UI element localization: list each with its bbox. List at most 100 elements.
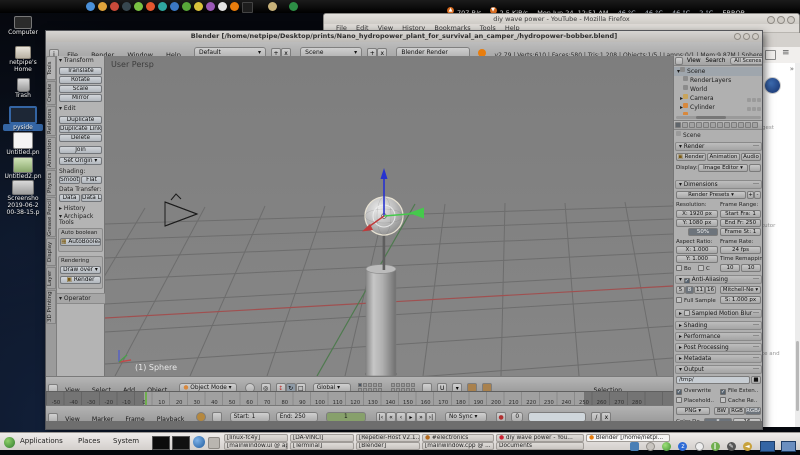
aa-samples-16[interactable]: 16 [705,286,716,294]
hamburger-menu-icon[interactable]: ≡ [782,48,790,58]
outliner-editor-icon[interactable] [675,56,683,65]
outliner-row-camera[interactable]: ▸ Camera [674,94,762,103]
desktop-icon-computer[interactable]: Computer [4,16,42,36]
data-layout-button[interactable]: Data La [81,194,102,202]
translate-button[interactable]: Translate [59,67,102,75]
data-button[interactable]: Data [59,194,80,202]
end-frame-field[interactable]: End Fr: 250 [720,219,761,227]
insert-keyframe-icon[interactable]: / [591,411,602,421]
menu-logo-icon[interactable] [4,437,15,448]
editor-type-icon[interactable] [48,412,58,421]
aa-samples-8[interactable]: 8 [685,286,694,294]
animation-button[interactable]: Animation [707,153,740,161]
color-mode-rgba[interactable]: RGBA [745,407,761,415]
render-presets-select[interactable]: Render Presets ▾ [676,191,746,199]
resolution-percentage-slider[interactable]: 50% [688,228,718,236]
task-button[interactable]: [mainwindow.ui @ ap... [224,442,288,450]
aa-samples-11[interactable]: 11 [694,286,705,294]
desktop-icon-home[interactable]: netpipe's Home [4,46,42,73]
tab-relations[interactable]: Relations [46,106,56,136]
next-keyframe-icon[interactable]: » [415,411,426,421]
texture-tab-icon[interactable] [738,122,744,128]
opengl-render-icon[interactable] [467,382,478,391]
outliner-scrollbar[interactable] [676,116,761,119]
crop-checkbox[interactable]: C [698,265,710,272]
tab-display[interactable]: Display [46,238,56,266]
mode-select[interactable]: ● Object Mode ▾ [179,382,238,391]
launcher-firefox-icon[interactable] [193,436,205,448]
firefox-titlebar[interactable]: diy wave power - YouTube - Mozilla Firef… [324,14,799,24]
start-frame-field[interactable]: Start: 1 [229,411,270,421]
particles-tab-icon[interactable] [745,122,751,128]
outliner-row-partial[interactable]: ▸ [674,112,762,115]
manipulator-rotate-icon[interactable]: ↻ [285,382,296,391]
physics-tab-icon[interactable] [752,122,758,128]
snap-magnet-icon[interactable]: U [437,382,448,391]
rotate-button[interactable]: Rotate [59,76,102,84]
cylinder-object[interactable] [365,268,397,376]
current-frame-field[interactable]: 1 [325,411,366,421]
clock-icon[interactable] [196,411,207,421]
panel-header-dimensions[interactable]: ▾ Dimensions [675,180,762,189]
render-layers-tab-icon[interactable] [682,122,688,128]
workspace-switcher-icon[interactable] [759,441,775,452]
library-icon[interactable] [765,50,776,60]
constraints-tab-icon[interactable] [710,122,716,128]
dock-app-icon[interactable] [217,2,227,11]
dock-app-icon[interactable] [145,2,155,11]
play-reverse-icon[interactable]: ‹ [395,411,406,421]
dock-app-icon[interactable] [121,2,131,11]
mirror-button[interactable]: Mirror [59,94,102,102]
data-tab-icon[interactable] [724,122,730,128]
file-extensions-checkbox[interactable]: ✓ File Exten.. [720,388,758,395]
tab-animation[interactable]: Animation [46,137,56,169]
sync-mode-select[interactable]: No Sync ▾ [445,411,487,421]
tab-physics[interactable]: Physics [46,170,56,196]
outliner-row-scene[interactable]: ▾ Scene [674,67,762,76]
aa-samples-5[interactable]: 5 [676,286,685,294]
layer-buttons-left[interactable] [357,383,382,391]
modifiers-tab-icon[interactable] [717,122,723,128]
panel-header-performance[interactable]: ▸ Performance [675,332,762,341]
tab-tools[interactable]: Tools [46,56,56,80]
dock-app-icon[interactable] [193,2,203,11]
places-menu[interactable]: Places [78,433,100,450]
keying-set-field[interactable] [528,411,587,421]
task-button[interactable]: [linux-fc4y] [224,434,288,442]
duplicate-linked-button[interactable]: Duplicate Linked [59,125,102,133]
overwrite-checkbox[interactable]: ✓ Overwrite [676,388,711,395]
color-mode-bw[interactable]: BW [714,407,729,415]
placeholders-checkbox[interactable]: Placehold.. [676,397,714,404]
scrollbar-thumb[interactable] [796,341,799,411]
delete-button[interactable]: Delete [59,134,102,142]
outliner-row-renderlayers[interactable]: RenderLayers [674,76,762,85]
outliner-menu-view[interactable]: View [687,58,701,64]
object-tab-icon[interactable] [703,122,709,128]
dock-app-icon[interactable] [157,2,167,11]
resolution-y-field[interactable]: Y: 1080 px [676,219,718,227]
checkbox-icon[interactable] [683,310,690,316]
play-icon[interactable]: ▸ [405,411,416,421]
task-button[interactable]: [mainwindow.cpp @ ... [422,442,494,450]
transform-orientation-select[interactable]: Global ▾ [312,382,351,391]
firefox-page-content[interactable]: » gest tutor te and [760,63,800,427]
timeline-ruler[interactable]: -50 -40 -30 -20 -10 0 10 20 30 40 50 60 70 80 90 100 110… [46,391,673,405]
outliner-row-cylinder[interactable]: ▸ Cylinder [674,103,762,112]
editor-type-icon[interactable] [48,383,58,391]
outliner-row-world[interactable]: World [674,85,762,94]
dock-app-icon[interactable] [205,2,215,11]
set-origin-button[interactable]: Set Origin ▾ [59,157,102,165]
task-button[interactable]: [Terminal] [290,442,354,450]
panel-header-transform[interactable]: ▾ Transform [59,57,94,64]
border-checkbox[interactable]: Bo [676,265,691,272]
launcher-files-icon[interactable] [208,437,220,449]
display-lock-icon[interactable] [749,164,761,172]
dock-app-icon[interactable] [85,2,95,11]
launcher-screenshot-icon[interactable] [172,436,190,450]
color-mode-rgb[interactable]: RGB [729,407,745,415]
prev-keyframe-icon[interactable]: « [385,411,396,421]
3d-viewport[interactable]: User Persp (1) Sphere [105,56,673,376]
task-button[interactable]: [Repetier-Host V2.1... [356,434,420,442]
viewport-shading-icon[interactable] [245,382,256,391]
shade-flat-button[interactable]: Flat [81,176,102,184]
